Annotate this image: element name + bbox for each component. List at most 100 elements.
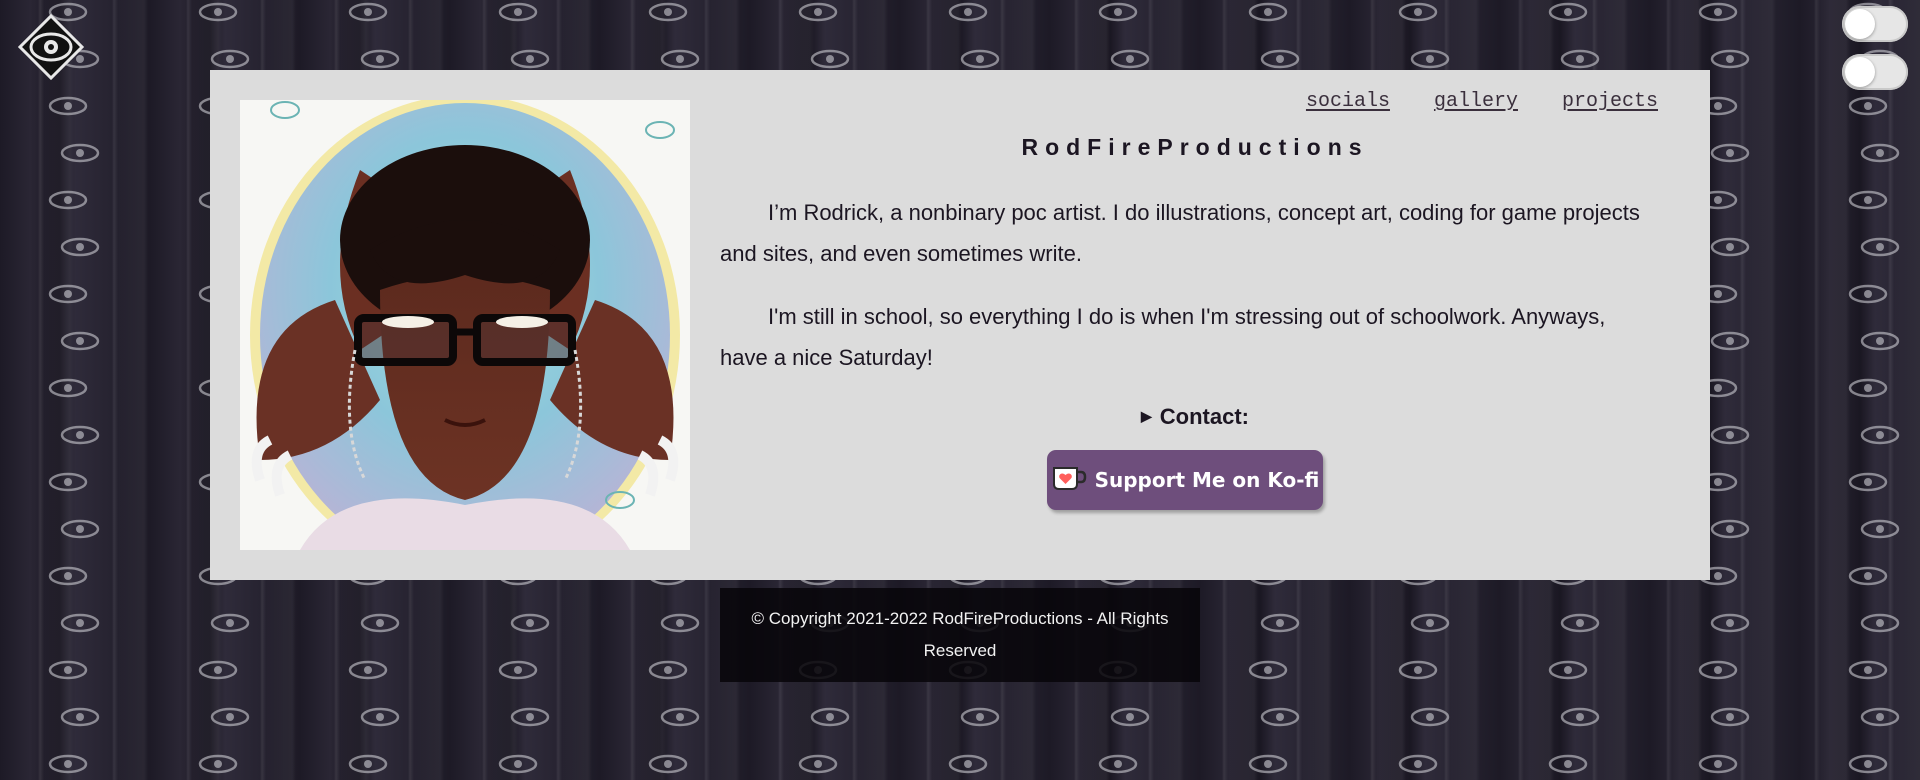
nav-link-socials[interactable]: socials: [1306, 90, 1390, 113]
background-eye-icon: [1560, 707, 1600, 727]
background-eye-icon: [1848, 378, 1888, 398]
contact-disclosure[interactable]: ▶ Contact:: [720, 404, 1670, 430]
background-eye-icon: [348, 660, 388, 680]
background-eye-icon: [348, 2, 388, 22]
eye-logo-icon[interactable]: [17, 13, 85, 81]
background-eye-icon: [1260, 613, 1300, 633]
background-eye-icon: [1710, 519, 1750, 539]
background-eye-icon: [660, 613, 700, 633]
background-eye-icon: [1110, 707, 1150, 727]
background-eye-icon: [498, 660, 538, 680]
background-eye-icon: [810, 49, 850, 69]
toggle-knob: [1845, 9, 1875, 39]
background-eye-icon: [1710, 49, 1750, 69]
background-eye-icon: [660, 49, 700, 69]
background-eye-icon: [48, 754, 88, 774]
background-eye-icon: [48, 378, 88, 398]
background-eye-icon: [798, 754, 838, 774]
background-eye-icon: [1110, 49, 1150, 69]
background-eye-icon: [1860, 237, 1900, 257]
background-eye-icon: [1260, 49, 1300, 69]
background-eye-icon: [1560, 49, 1600, 69]
background-eye-icon: [1398, 754, 1438, 774]
background-eye-icon: [1860, 519, 1900, 539]
ko-fi-label: Support Me on Ko-fi: [1094, 468, 1320, 492]
background-eye-icon: [198, 660, 238, 680]
background-eye-icon: [60, 613, 100, 633]
background-eye-icon: [1710, 425, 1750, 445]
nav-link-projects[interactable]: projects: [1562, 90, 1658, 113]
background-eye-icon: [1398, 2, 1438, 22]
background-eye-icon: [1860, 613, 1900, 633]
copyright-text: © Copyright 2021-2022 RodFireProductions…: [751, 609, 1169, 660]
background-eye-icon: [1860, 143, 1900, 163]
background-eye-icon: [1848, 754, 1888, 774]
background-eye-icon: [48, 566, 88, 586]
background-eye-icon: [1710, 143, 1750, 163]
secondary-toggle[interactable]: [1842, 54, 1908, 90]
background-eye-icon: [498, 2, 538, 22]
about-paragraph: I’m Rodrick, a nonbinary poc artist. I d…: [720, 200, 1640, 266]
about-section: I’m Rodrick, a nonbinary poc artist. I d…: [720, 192, 1650, 400]
background-eye-icon: [360, 613, 400, 633]
background-eye-icon: [498, 754, 538, 774]
background-eye-icon: [1098, 754, 1138, 774]
background-eye-icon: [48, 96, 88, 116]
background-eye-icon: [648, 754, 688, 774]
ko-fi-cup-icon: [1051, 464, 1087, 496]
background-eye-icon: [1260, 707, 1300, 727]
background-eye-icon: [810, 707, 850, 727]
background-eye-icon: [1710, 237, 1750, 257]
background-eye-icon: [648, 2, 688, 22]
background-eye-icon: [1848, 472, 1888, 492]
profile-card: socials gallery projects RodFireProducti…: [210, 70, 1710, 580]
background-eye-icon: [1410, 707, 1450, 727]
background-eye-icon: [1548, 2, 1588, 22]
site-footer: © Copyright 2021-2022 RodFireProductions…: [720, 588, 1200, 682]
background-eye-icon: [510, 707, 550, 727]
background-eye-icon: [1710, 331, 1750, 351]
background-eye-icon: [198, 754, 238, 774]
background-eye-icon: [1248, 660, 1288, 680]
background-eye-icon: [1410, 613, 1450, 633]
background-eye-icon: [360, 49, 400, 69]
main-nav: socials gallery projects: [1306, 90, 1658, 113]
background-eye-icon: [1860, 707, 1900, 727]
background-eye-icon: [210, 613, 250, 633]
background-eye-icon: [60, 237, 100, 257]
background-eye-icon: [798, 2, 838, 22]
background-eye-icon: [48, 284, 88, 304]
background-eye-icon: [960, 49, 1000, 69]
background-eye-icon: [1560, 613, 1600, 633]
background-eye-icon: [1548, 660, 1588, 680]
background-eye-icon: [210, 49, 250, 69]
background-eye-icon: [660, 707, 700, 727]
background-eye-icon: [1398, 660, 1438, 680]
background-eye-icon: [1848, 284, 1888, 304]
toggle-knob: [1845, 57, 1875, 87]
theme-toggle[interactable]: [1842, 6, 1908, 42]
background-eye-icon: [60, 707, 100, 727]
background-eye-icon: [1248, 754, 1288, 774]
background-eye-icon: [1548, 754, 1588, 774]
background-eye-icon: [1698, 2, 1738, 22]
background-eye-icon: [1848, 660, 1888, 680]
background-eye-icon: [60, 519, 100, 539]
ko-fi-support-button[interactable]: Support Me on Ko-fi: [1047, 450, 1323, 510]
background-eye-icon: [48, 472, 88, 492]
background-eye-icon: [1860, 425, 1900, 445]
background-eye-icon: [1848, 566, 1888, 586]
background-eye-icon: [948, 2, 988, 22]
artist-portrait-image: [240, 100, 690, 550]
background-eye-icon: [1410, 49, 1450, 69]
background-eye-icon: [198, 2, 238, 22]
background-eye-icon: [1710, 613, 1750, 633]
background-eye-icon: [510, 613, 550, 633]
background-eye-icon: [1248, 2, 1288, 22]
background-eye-icon: [1710, 707, 1750, 727]
background-eye-icon: [48, 190, 88, 210]
background-eye-icon: [60, 331, 100, 351]
background-eye-icon: [60, 425, 100, 445]
nav-link-gallery[interactable]: gallery: [1434, 90, 1518, 113]
background-eye-icon: [960, 707, 1000, 727]
